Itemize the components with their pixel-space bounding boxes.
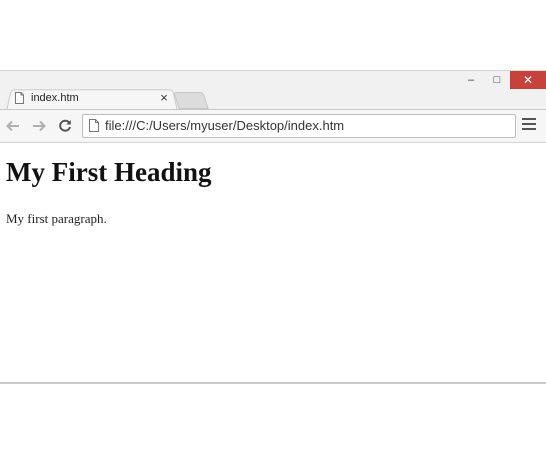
reload-icon[interactable] <box>56 116 74 136</box>
window-bottom-border <box>0 382 546 384</box>
new-tab-button[interactable] <box>173 92 209 109</box>
maximize-button[interactable]: □ <box>484 71 510 89</box>
tab-close-button[interactable]: × <box>157 90 171 106</box>
window-controls: – □ ✕ <box>458 71 546 89</box>
page-paragraph: My first paragraph. <box>6 211 107 226</box>
browser-window: index.htm × – □ ✕ file:///C:/Users/myuse… <box>0 70 546 384</box>
url-text: file:///C:/Users/myuser/Desktop/index.ht… <box>105 118 345 133</box>
forward-arrow-icon[interactable] <box>30 116 48 136</box>
tab-active[interactable]: index.htm × <box>14 88 172 110</box>
title-bar: index.htm × – □ ✕ <box>0 71 546 111</box>
page-heading: My First Heading <box>6 157 212 187</box>
minimize-button[interactable]: – <box>458 71 484 89</box>
hamburger-menu-icon[interactable] <box>522 118 536 132</box>
tab-title: index.htm <box>31 92 79 104</box>
close-window-button[interactable]: ✕ <box>510 71 546 89</box>
file-icon <box>89 119 99 132</box>
back-arrow-icon[interactable] <box>4 116 22 136</box>
browser-toolbar: file:///C:/Users/myuser/Desktop/index.ht… <box>0 109 546 143</box>
file-icon <box>15 92 24 104</box>
page-content: My First Heading My first paragraph. <box>0 143 546 382</box>
address-bar[interactable]: file:///C:/Users/myuser/Desktop/index.ht… <box>82 114 516 138</box>
